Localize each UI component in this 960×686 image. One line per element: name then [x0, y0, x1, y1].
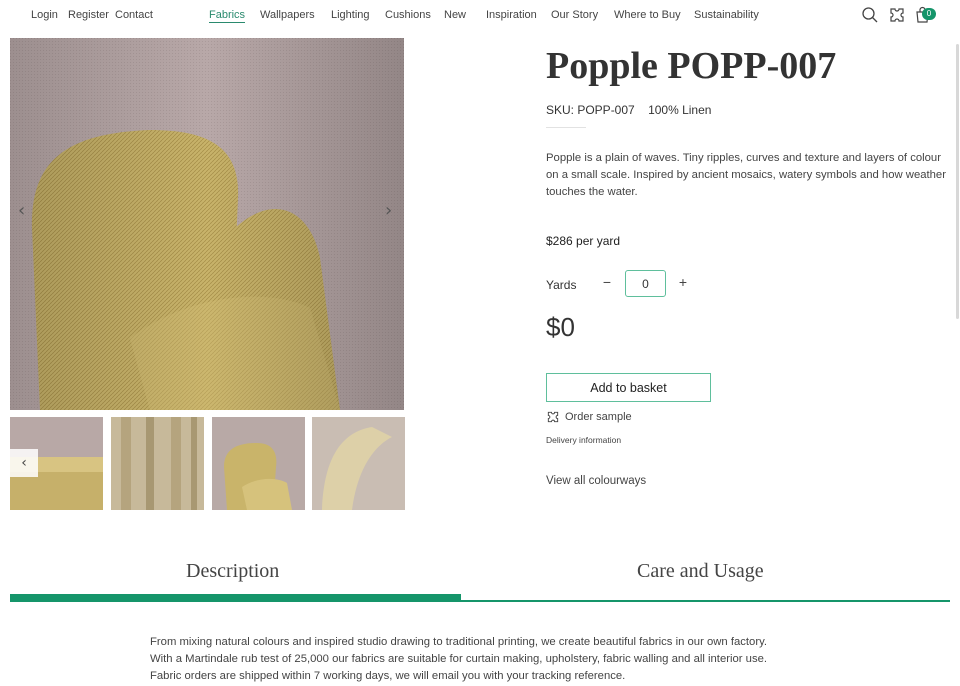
- view-all-colourways-link[interactable]: View all colourways: [546, 475, 646, 487]
- search-icon[interactable]: [861, 6, 879, 24]
- page-scrollbar[interactable]: [956, 44, 959, 319]
- register-link[interactable]: Register: [68, 9, 109, 21]
- contact-link[interactable]: Contact: [115, 9, 153, 21]
- add-to-basket-button[interactable]: Add to basket: [546, 373, 711, 402]
- product-sku: SKU: POPP-007: [546, 103, 635, 117]
- product-price: $286 per yard: [546, 234, 621, 248]
- description-body: From mixing natural colours and inspired…: [150, 634, 850, 685]
- product-meta: SKU: POPP-007 100% Linen: [546, 103, 721, 117]
- quantity-increase-button[interactable]: +: [676, 274, 690, 290]
- gallery-next-arrow[interactable]: ›: [385, 200, 392, 221]
- thumbnail-prev-arrow[interactable]: ‹: [10, 449, 38, 477]
- tab-active-indicator: [10, 594, 461, 602]
- quantity-input[interactable]: [625, 270, 666, 297]
- total-price: $0: [546, 312, 575, 342]
- order-sample-link[interactable]: Order sample: [546, 410, 632, 424]
- gallery-prev-arrow[interactable]: ‹: [18, 200, 25, 221]
- thumbnail-chair[interactable]: [212, 417, 305, 510]
- tab-care-and-usage[interactable]: Care and Usage: [637, 560, 764, 583]
- nav-our-story[interactable]: Our Story: [551, 9, 598, 21]
- nav-inspiration[interactable]: Inspiration: [486, 9, 537, 21]
- thumbnail-curtains[interactable]: [111, 417, 204, 510]
- nav-wallpapers[interactable]: Wallpapers: [260, 9, 315, 21]
- nav-lighting[interactable]: Lighting: [331, 9, 370, 21]
- order-sample-label: Order sample: [565, 410, 632, 423]
- basket-count-badge: 0: [922, 8, 936, 20]
- site-header: Login Register Contact Fabrics Wallpaper…: [0, 0, 960, 32]
- product-composition: 100% Linen: [648, 103, 712, 117]
- nav-new[interactable]: New: [444, 9, 466, 21]
- description-line: Fabric orders are shipped within 7 worki…: [150, 670, 626, 682]
- thumbnail-chair-detail[interactable]: [312, 417, 405, 510]
- product-main-image: ‹ ›: [10, 38, 404, 410]
- product-description: Popple is a plain of waves. Tiny ripples…: [546, 152, 946, 198]
- nav-fabrics[interactable]: Fabrics: [209, 9, 246, 23]
- description-line: With a Martindale rub test of 25,000 our…: [150, 653, 768, 665]
- nav-where-to-buy[interactable]: Where to Buy: [614, 9, 681, 21]
- description-line: From mixing natural colours and inspired…: [150, 636, 768, 648]
- yards-label: Yards: [546, 278, 577, 292]
- divider: [546, 127, 586, 128]
- tab-description[interactable]: Description: [186, 560, 279, 583]
- delivery-information-link[interactable]: Delivery information: [546, 435, 621, 445]
- sample-icon: [547, 411, 559, 423]
- sample-icon[interactable]: [888, 6, 906, 24]
- nav-sustainability[interactable]: Sustainability: [694, 9, 759, 21]
- quantity-decrease-button[interactable]: −: [600, 274, 614, 290]
- nav-cushions[interactable]: Cushions: [385, 9, 431, 21]
- product-title: Popple POPP-007: [546, 45, 837, 87]
- login-link[interactable]: Login: [31, 9, 58, 21]
